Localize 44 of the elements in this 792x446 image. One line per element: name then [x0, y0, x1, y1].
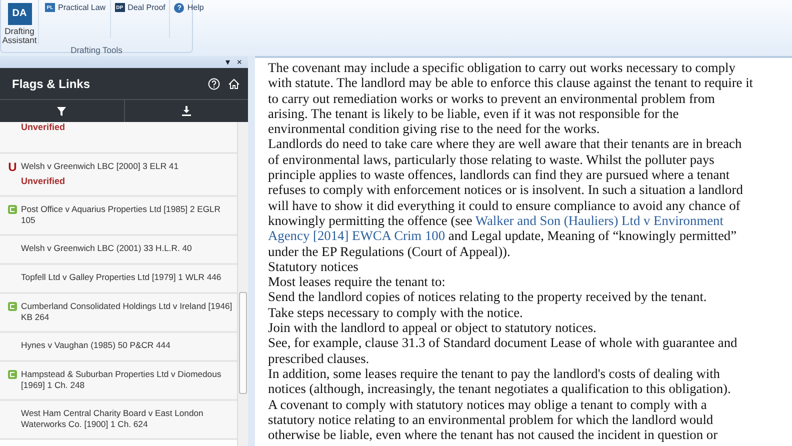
status-label: Unverified [21, 122, 66, 133]
paragraph: Join with the landlord to appeal or object to statutory notices. [268, 320, 598, 336]
flag-list-item[interactable]: Topfell Ltd v Galley Properties Ltd [1979] 1 WLR 446 [0, 265, 237, 294]
download-icon[interactable] [182, 106, 191, 116]
paragraph: In addition, some leases require the tenant to pay the landlord's costs of dealing with notices (although, increasingly, the tenant negotiates a qualification to this obligation). [268, 366, 732, 397]
paragraph: Take steps necessary to comply with the notice. [268, 304, 524, 320]
case-citation: Cumberland Consolidated Holdings Ltd v Ireland [1946] KB 264 [21, 301, 233, 323]
case-link[interactable]: Walker and Son (Hauliers) Ltd v Environment [475, 212, 724, 228]
flag-list-item[interactable]: Welsh v Greenwich LBC (2001) 33 H.L.R. 40 [0, 236, 237, 265]
help-icon[interactable] [208, 78, 220, 90]
paragraph: Most leases require the tenant to: [268, 274, 446, 290]
paragraph: See, for example, clause 31.3 of Standard document Lease of whole with guarantee and prescribed clauses. [268, 335, 738, 366]
flag-list-item[interactable]: Cumberland Consolidated Holdings Ltd v Ireland [1946] KB 264 [0, 294, 237, 333]
flag-list-item[interactable]: West Ham Central Charity Board v East London Waterworks Co. [1900] 1 Ch. 624 [0, 401, 237, 440]
flag-list-item[interactable]: U Welsh v Greenwich LBC [2000] 3 ELR 41 Unverified [0, 154, 237, 197]
paragraph: Landlords do need to take care where they are well aware that their tenants are in breach of environmental laws, particularly those relating to waste. Whilst the polluter pays principle applies to waste offences, landlords can find they are pursued where a tenant refuses to comply with enforcement notices or is insolvent. In such a situation a landlord will have to show it did everything it could to ensure compliance to avoid any chance of knowingly permitting the offence (see Walker and Son (Hauliers) Ltd v Environment Agency [2014] EWCA Crim 100 and Legal update, Meaning of “knowingly permitted” under the EP Regulations (Court of Appeal)). [268, 136, 744, 259]
paragraph: Statutory notices [268, 258, 358, 274]
flag-list-item[interactable]: Post Office v Aquarius Properties Ltd [1985] 2 EGLR 105 [0, 197, 237, 236]
case-link[interactable]: Agency [2014] EWCA Crim 100 [268, 228, 446, 244]
case-flag-icon [8, 205, 17, 214]
case-citation: Welsh v Greenwich LBC [2000] 3 ELR 41 [21, 161, 178, 172]
case-citation: Hynes v Vaughan (1985) 50 P&CR 444 [21, 340, 170, 351]
case-citation: Welsh v Greenwich LBC (2001) 33 H.L.R. 40 [21, 243, 192, 254]
case-citation: Hampstead & Suburban Properties Ltd v Diomedous [1969] 1 Ch. 248 [21, 369, 222, 391]
drafting-assistant-button[interactable]: DA Drafting Assistant [1, 0, 39, 45]
case-citation: Post Office v Aquarius Properties Ltd [1985] 2 EGLR 105 [21, 204, 222, 226]
flag-list-item[interactable]: Hampstead & Suburban Properties Ltd v Diomedous [1969] 1 Ch. 248 [0, 362, 237, 401]
flag-list-item[interactable]: Unverified [0, 122, 237, 154]
pane-control[interactable]: × [236, 56, 242, 68]
case-citation: Topfell Ltd v Galley Properties Ltd [1979] 1 WLR 446 [21, 272, 222, 283]
filter-icon[interactable] [57, 106, 66, 116]
paragraph: A covenant to comply with statutory notices may oblige a tenant to comply with a statutory notice relating to an environmental problem for which the landlord would otherwise be liable, even where the tenant has not caused the incident in question or [268, 396, 719, 442]
case-citation: West Ham Central Charity Board v East London Waterworks Co. [1900] 1 Ch. 624 [21, 408, 204, 430]
home-icon[interactable] [228, 78, 240, 90]
group-label: Drafting Tools [70, 44, 124, 57]
case-flag-icon [8, 302, 17, 311]
paragraph: The covenant may include a specific obligation to carry out works necessary to comply with statute. The landlord may be able to enforce this clause against the tenant to require it to carry out remediation works or works to prevent an environmental problem from arising. The tenant is likely to be liable, even if it was not responsible for the environmental condition giving rise to the need for the works. [268, 60, 754, 136]
unverified-mark: U [8, 162, 17, 171]
status-label: Unverified [21, 176, 66, 187]
flag-list-item[interactable]: Hynes v Vaughan (1985) 50 P&CR 444 [0, 333, 237, 362]
pane-title: Flags & Links [12, 76, 92, 90]
pane-control[interactable]: ▾ [226, 56, 231, 68]
paragraph: Send the landlord copies of notices relating to the property received by the tenant. [268, 289, 708, 305]
case-flag-icon [8, 370, 17, 379]
